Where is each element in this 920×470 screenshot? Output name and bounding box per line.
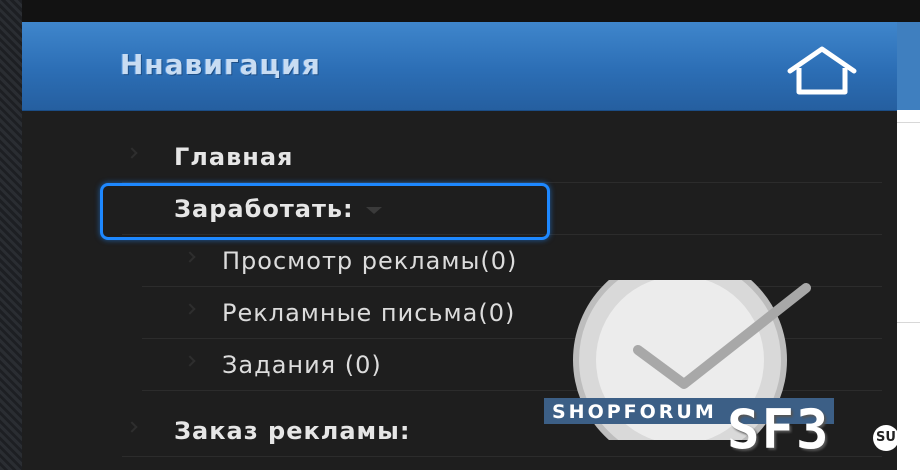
home-icon[interactable] xyxy=(784,44,860,96)
highlight-annotation xyxy=(100,183,550,240)
nav-item-label: Главная xyxy=(174,143,294,171)
panel-header: Ннавигация xyxy=(22,22,897,111)
nav-item-home[interactable]: Главная xyxy=(122,132,882,183)
chevron-right-icon xyxy=(184,251,196,263)
page-edge-pattern xyxy=(0,0,22,470)
watermark-logo-text: SHOPFORUM xyxy=(552,401,717,423)
nav-item-label: Просмотр рекламы(0) xyxy=(222,247,518,275)
nav-item-label: Заказ рекламы: xyxy=(174,417,411,445)
watermark-brand: SF3 xyxy=(727,398,831,461)
panel-title: Ннавигация xyxy=(120,48,321,81)
chevron-right-icon xyxy=(184,303,196,315)
nav-item-label: Рекламные письма(0) xyxy=(222,299,516,327)
chevron-right-icon xyxy=(184,355,196,367)
right-content-edge xyxy=(897,22,920,470)
watermark-suffix: SU xyxy=(873,425,899,451)
top-bar xyxy=(22,0,920,22)
chevron-right-icon xyxy=(126,147,138,159)
chevron-right-icon xyxy=(126,421,138,433)
nav-item-label: Задания (0) xyxy=(222,351,382,379)
